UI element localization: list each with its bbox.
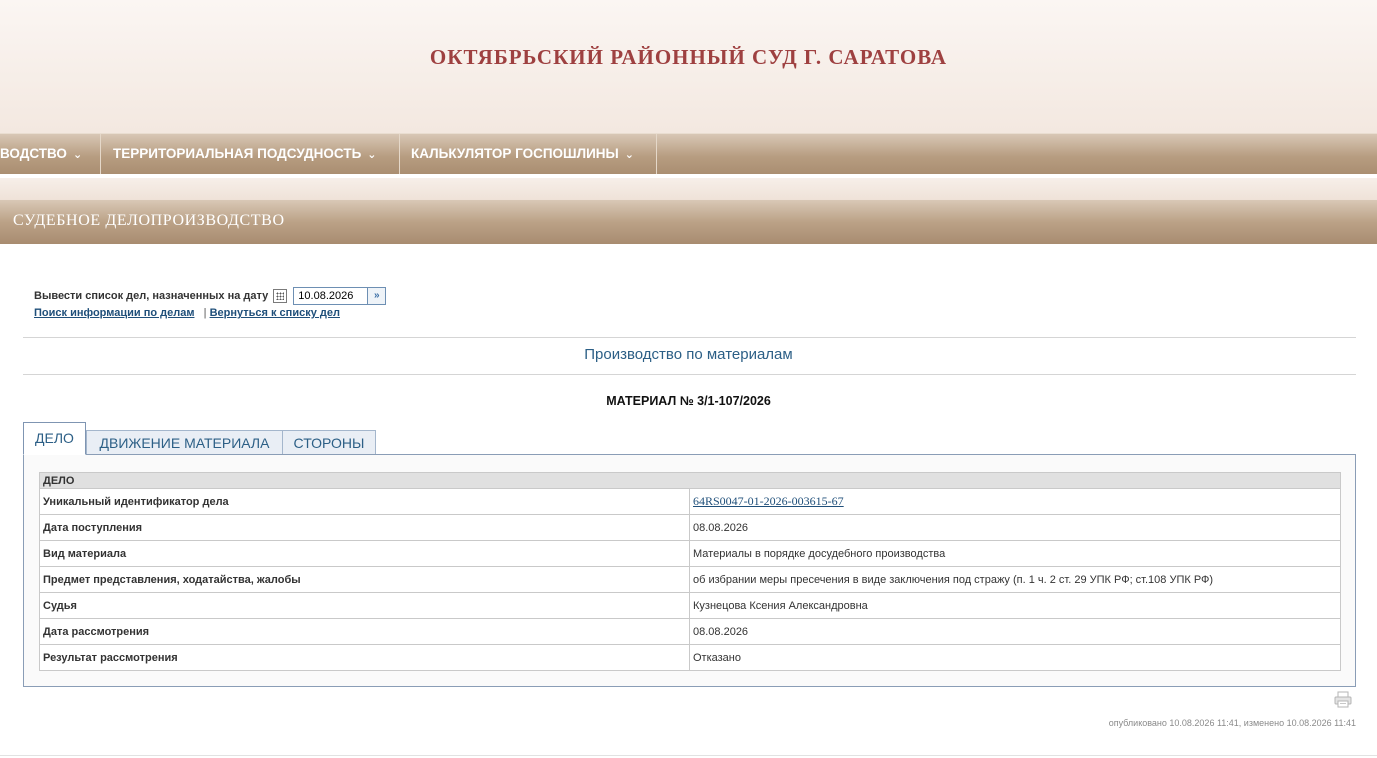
case-info-table: ДЕЛО Уникальный идентификатор дела 64RS0… [39,472,1341,671]
nav-item-territorial-jurisdiction[interactable]: ТЕРРИТОРИАЛЬНАЯ ПОДСУДНОСТЬ ⌄ [101,134,400,175]
tab-case[interactable]: ДЕЛО [23,422,86,455]
date-filter-label: Вывести список дел, назначенных на дату [34,290,269,302]
site-header: ОКТЯБРЬСКИЙ РАЙОННЫЙ СУД Г. САРАТОВА [0,0,1377,133]
chevron-down-icon: ⌄ [624,149,634,161]
row-value: 64RS0047-01-2026-003615-67 [689,488,1341,515]
tab-label: ДЕЛО [35,430,74,446]
site-title: ОКТЯБРЬСКИЙ РАЙОННЫЙ СУД Г. САРАТОВА [429,45,948,69]
back-to-list-link[interactable]: Вернуться к списку дел [210,307,340,319]
table-header-row: ДЕЛО [39,472,1341,489]
material-title: МАТЕРИАЛ № 3/1-107/2026 [606,394,771,408]
section-title: СУДЕБНОЕ ДЕЛОПРОИЗВОДСТВО [13,212,285,229]
nav-links: Поиск информации по делам | Вернуться к … [34,307,340,319]
table-row: Уникальный идентификатор дела 64RS0047-0… [39,488,1341,515]
row-value: Материалы в порядке досудебного производ… [689,540,1341,567]
main-nav: ВОДСТВО ⌄ ТЕРРИТОРИАЛЬНАЯ ПОДСУДНОСТЬ ⌄ КА… [0,133,1377,175]
decorative-band [0,178,1377,200]
tab-label: СТОРОНЫ [293,435,365,451]
table-row: Судья Кузнецова Ксения Александровна [39,592,1341,619]
nav-item-proizvodstvo[interactable]: ВОДСТВО ⌄ [0,134,101,175]
row-key: Уникальный идентификатор дела [39,488,690,515]
row-value: Отказано [689,644,1341,671]
search-cases-link[interactable]: Поиск информации по делам [34,307,194,319]
section-bar: СУДЕБНОЕ ДЕЛОПРОИЗВОДСТВО [0,200,1377,244]
row-key: Предмет представления, ходатайства, жало… [39,566,690,593]
row-key: Результат рассмотрения [39,644,690,671]
row-key: Вид материала [39,540,690,567]
publication-info: опубликовано 10.08.2026 11:41, изменено … [1108,718,1356,728]
go-button[interactable]: » [368,287,387,305]
link-separator: | [203,307,207,319]
case-panel: ДЕЛО Уникальный идентификатор дела 64RS0… [23,454,1356,687]
nav-item-label: ВОДСТВО [0,146,67,161]
date-filter: Вывести список дел, назначенных на дату … [34,286,387,306]
row-value: об избрании меры пресечения в виде заклю… [689,566,1341,593]
calendar-icon[interactable] [273,289,288,303]
chevron-down-icon: ⌄ [367,149,377,161]
divider [23,337,1356,338]
case-uid-link[interactable]: 64RS0047-01-2026-003615-67 [693,494,844,508]
table-row: Результат рассмотрения Отказано [39,644,1341,671]
tab-label: ДВИЖЕНИЕ МАТЕРИАЛА [99,435,270,451]
row-value: 08.08.2026 [689,618,1341,645]
table-header: ДЕЛО [39,472,1341,489]
nav-item-fee-calculator[interactable]: КАЛЬКУЛЯТОР ГОСПОШЛИНЫ ⌄ [400,134,657,175]
table-row: Предмет представления, ходатайства, жало… [39,566,1341,593]
chevron-down-icon: ⌄ [72,149,83,161]
date-input[interactable] [293,287,369,305]
table-row: Вид материала Материалы в порядке досуде… [39,540,1341,567]
row-key: Судья [39,592,690,619]
divider [23,374,1356,375]
row-value: Кузнецова Ксения Александровна [689,592,1341,619]
row-key: Дата рассмотрения [39,618,690,645]
nav-item-label: КАЛЬКУЛЯТОР ГОСПОШЛИНЫ [411,146,619,161]
print-icon[interactable] [1334,691,1352,708]
table-row: Дата рассмотрения 08.08.2026 [39,618,1341,645]
row-key: Дата поступления [39,514,690,541]
row-value: 08.08.2026 [689,514,1341,541]
nav-item-label: ТЕРРИТОРИАЛЬНАЯ ПОДСУДНОСТЬ [113,146,362,161]
tab-parties[interactable]: СТОРОНЫ [282,430,376,455]
tab-material-movement[interactable]: ДВИЖЕНИЕ МАТЕРИАЛА [86,430,283,455]
page-bottom-divider [0,755,1377,756]
production-title: Производство по материалам [584,346,793,363]
table-row: Дата поступления 08.08.2026 [39,514,1341,541]
